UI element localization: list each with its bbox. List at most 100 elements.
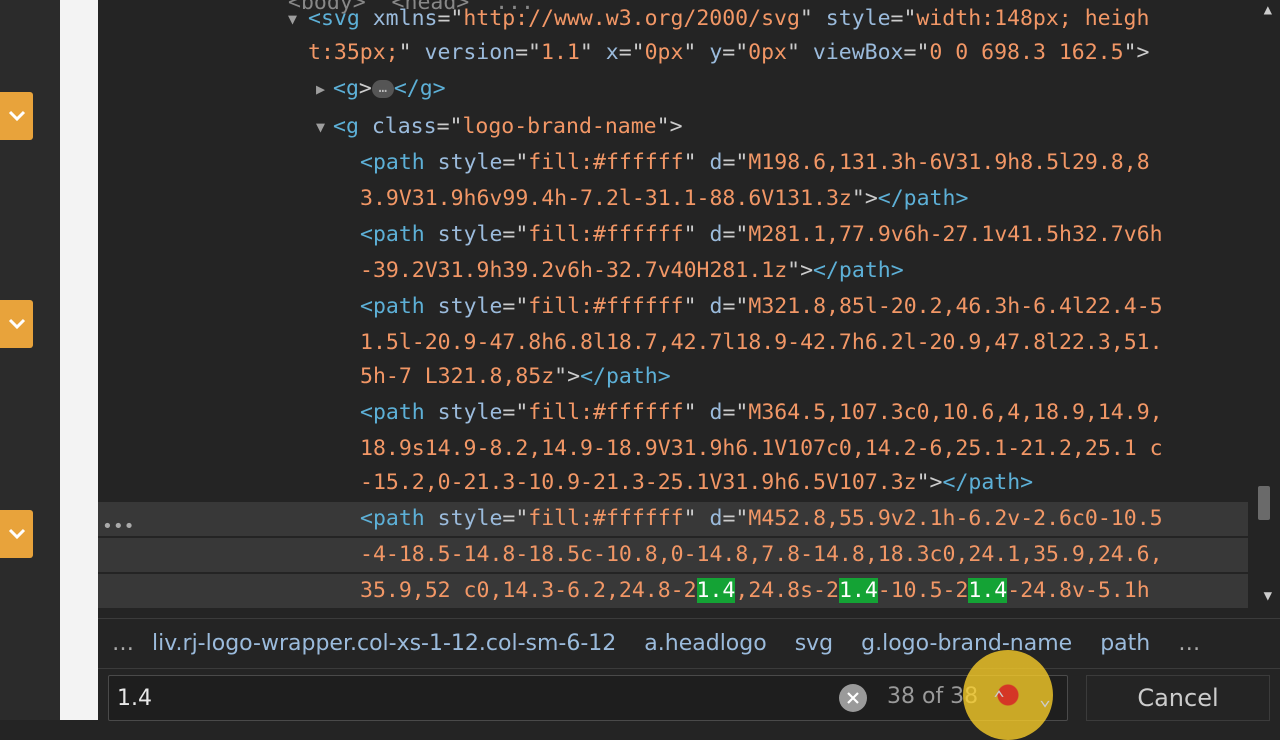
code-token: viewBox	[812, 40, 904, 65]
search-bar: 38 of 38 ⌃ ⌄ Cancel	[98, 650, 1280, 740]
chevron-down-icon	[8, 318, 25, 330]
code-token: M321.8,85l-20.2,46.3h-6.4l22.4-5	[748, 294, 1163, 319]
code-token: ="	[890, 6, 917, 31]
code-token: M364.5,107.3c0,10.6,4,18.9,14.9,	[748, 400, 1163, 425]
dom-node-line[interactable]: 5h-7 L321.8,85z"></path>	[98, 360, 1248, 394]
expand-tab-1[interactable]	[0, 92, 33, 140]
code-token: "	[683, 294, 710, 319]
code-token: style	[424, 294, 503, 319]
code-token: </g>	[393, 76, 446, 101]
next-match-button[interactable]: ⌄	[1039, 686, 1051, 710]
dom-node-line[interactable]: -39.2V31.9h39.2v6h-32.7v40H281.1z"></pat…	[98, 254, 1248, 288]
dom-node-line[interactable]: <path style="fill:#ffffff" d="M321.8,85l…	[98, 290, 1248, 324]
breadcrumb-item[interactable]: g.logo-brand-name	[847, 631, 1086, 656]
dom-node-line[interactable]: 35.9,52 c0,14.3-6.2,24.8-21.4,24.8s-21.4…	[98, 574, 1248, 608]
breadcrumb-item[interactable]: a.headlogo	[630, 631, 780, 656]
dom-node-line[interactable]: <path style="fill:#ffffff" d="M364.5,107…	[98, 396, 1248, 430]
code-token: ="	[437, 6, 464, 31]
code-token: ="	[618, 40, 645, 65]
breadcrumb-item[interactable]: svg	[781, 631, 847, 656]
cancel-button[interactable]: Cancel	[1086, 675, 1270, 721]
breadcrumb-more-left[interactable]: …	[98, 631, 148, 656]
collapsed-triangle-icon[interactable]: ▶	[316, 72, 325, 106]
code-token: xmlns	[372, 6, 438, 31]
expand-tab-2[interactable]	[0, 300, 33, 348]
search-input[interactable]	[117, 684, 817, 712]
dom-node-line[interactable]: t:35px;" version="1.1" x="0px" y="0px" v…	[98, 36, 1248, 70]
code-token: "	[683, 506, 710, 531]
breadcrumb-item[interactable]: liv.rj-logo-wrapper.col-xs-1-12.col-sm-6…	[148, 631, 630, 656]
code-token: </path>	[813, 258, 904, 283]
code-token: "	[683, 150, 710, 175]
code-token: -10.5-2	[877, 578, 969, 603]
dom-node-line[interactable]: 3.9V31.9h6v99.4h-7.2l-31.1-88.6V131.3z">…	[98, 182, 1248, 216]
code-token: >	[358, 76, 372, 101]
code-token: -39.2V31.9h39.2v6h-32.7v40H281.1z	[360, 258, 788, 283]
code-token: ="	[436, 114, 463, 139]
code-token: </path>	[580, 364, 671, 389]
underlying-page-strip	[0, 0, 60, 720]
dom-node-line[interactable]: <path style="fill:#ffffff" d="M452.8,55.…	[98, 502, 1248, 536]
chevron-down-icon	[8, 110, 25, 122]
expanded-triangle-icon[interactable]: ▼	[316, 110, 325, 144]
dom-node-line[interactable]: -15.2,0-21.3-10.9-21.3-25.1V31.9h6.5V107…	[98, 466, 1248, 500]
clear-search-button[interactable]	[839, 684, 867, 712]
code-token: y	[709, 40, 723, 65]
scroll-down-icon[interactable]: ▼	[1264, 588, 1272, 604]
dom-node-line[interactable]: ▼ <g class="logo-brand-name">	[98, 110, 1248, 144]
code-token: </path>	[877, 186, 969, 211]
expand-tab-3[interactable]	[0, 510, 33, 558]
code-token: ="	[722, 400, 749, 425]
code-token: ="	[722, 40, 749, 65]
code-token: "	[799, 6, 826, 31]
vertical-scrollbar[interactable]: ▲ ▼	[1250, 0, 1280, 612]
code-token: ">	[656, 114, 683, 139]
breadcrumb-more-right[interactable]: …	[1164, 631, 1214, 656]
dom-node-line[interactable]: <path style="fill:#ffffff" d="M198.6,131…	[98, 146, 1248, 180]
code-token: 1.5l-20.9-47.8h6.8l18.7,42.7l18.9-42.7h6…	[360, 330, 1163, 355]
tag-name: <path	[360, 294, 425, 319]
code-token: 0px	[644, 40, 684, 65]
dom-node-line[interactable]: 18.9s14.9-8.2,14.9-18.9V31.9h6.1V107c0,1…	[98, 432, 1248, 466]
devtools-panel: <body> <head> ... ▼ <svg xmlns="http://ww…	[98, 0, 1280, 740]
scroll-thumb[interactable]	[1258, 486, 1270, 520]
code-token: fill:#ffffff	[528, 400, 684, 425]
code-token: M198.6,131.3h-6V31.9h8.5l29.8,8	[748, 150, 1150, 175]
code-token: fill:#ffffff	[528, 506, 684, 531]
code-token: d	[709, 400, 723, 425]
code-token: style	[825, 6, 891, 31]
code-token: version	[424, 40, 516, 65]
expanded-triangle-icon[interactable]: ▼	[288, 2, 297, 36]
previous-match-button[interactable]: ⌃	[993, 686, 1005, 710]
chevron-down-icon: ⌄	[1039, 686, 1052, 710]
tag-name: <g	[333, 76, 359, 101]
scroll-up-icon[interactable]: ▲	[1264, 2, 1272, 18]
search-match-highlight: 1.4	[968, 578, 1008, 603]
code-token: 0px	[748, 40, 787, 65]
code-token: M281.1,77.9v6h-27.1v41.5h32.7v6h	[748, 222, 1163, 247]
code-token: "	[787, 40, 813, 65]
dom-node-line[interactable]: ▼ <svg xmlns="http://www.w3.org/2000/svg"…	[98, 2, 1248, 36]
code-token: class	[358, 114, 437, 139]
code-token: ="	[502, 506, 529, 531]
code-token: "	[683, 40, 710, 65]
dom-node-line[interactable]: <path style="fill:#ffffff" d="M281.1,77.…	[98, 218, 1248, 252]
more-actions-icon[interactable]: •••	[102, 516, 135, 537]
dom-node-line[interactable]: -4-18.5-14.8-18.5c-10.8,0-14.8,7.8-14.8,…	[98, 538, 1248, 572]
code-token: -4-18.5-14.8-18.5c-10.8,0-14.8,7.8-14.8,…	[360, 542, 1163, 567]
code-token: M452.8,55.9v2.1h-6.2v-2.6c0-10.5	[748, 506, 1163, 531]
dom-node-line[interactable]: ▶ <g>… </g>	[98, 72, 1248, 106]
code-token: ="	[722, 294, 749, 319]
collapsed-children-icon[interactable]: …	[371, 80, 394, 98]
code-token: "	[398, 40, 425, 65]
code-token: ="	[502, 222, 529, 247]
code-token: ">	[787, 258, 814, 283]
code-token: d	[709, 150, 723, 175]
dom-node-line[interactable]: 1.5l-20.9-47.8h6.8l18.7,42.7l18.9-42.7h6…	[98, 326, 1248, 360]
search-box: 38 of 38 ⌃ ⌄	[108, 650, 1068, 740]
breadcrumb-item[interactable]: path	[1086, 631, 1164, 656]
elements-tree[interactable]: <body> <head> ... ▼ <svg xmlns="http://ww…	[98, 0, 1248, 612]
tag-name: <path	[360, 150, 425, 175]
code-token: ="	[722, 222, 749, 247]
code-token: t:35px;	[308, 40, 399, 65]
